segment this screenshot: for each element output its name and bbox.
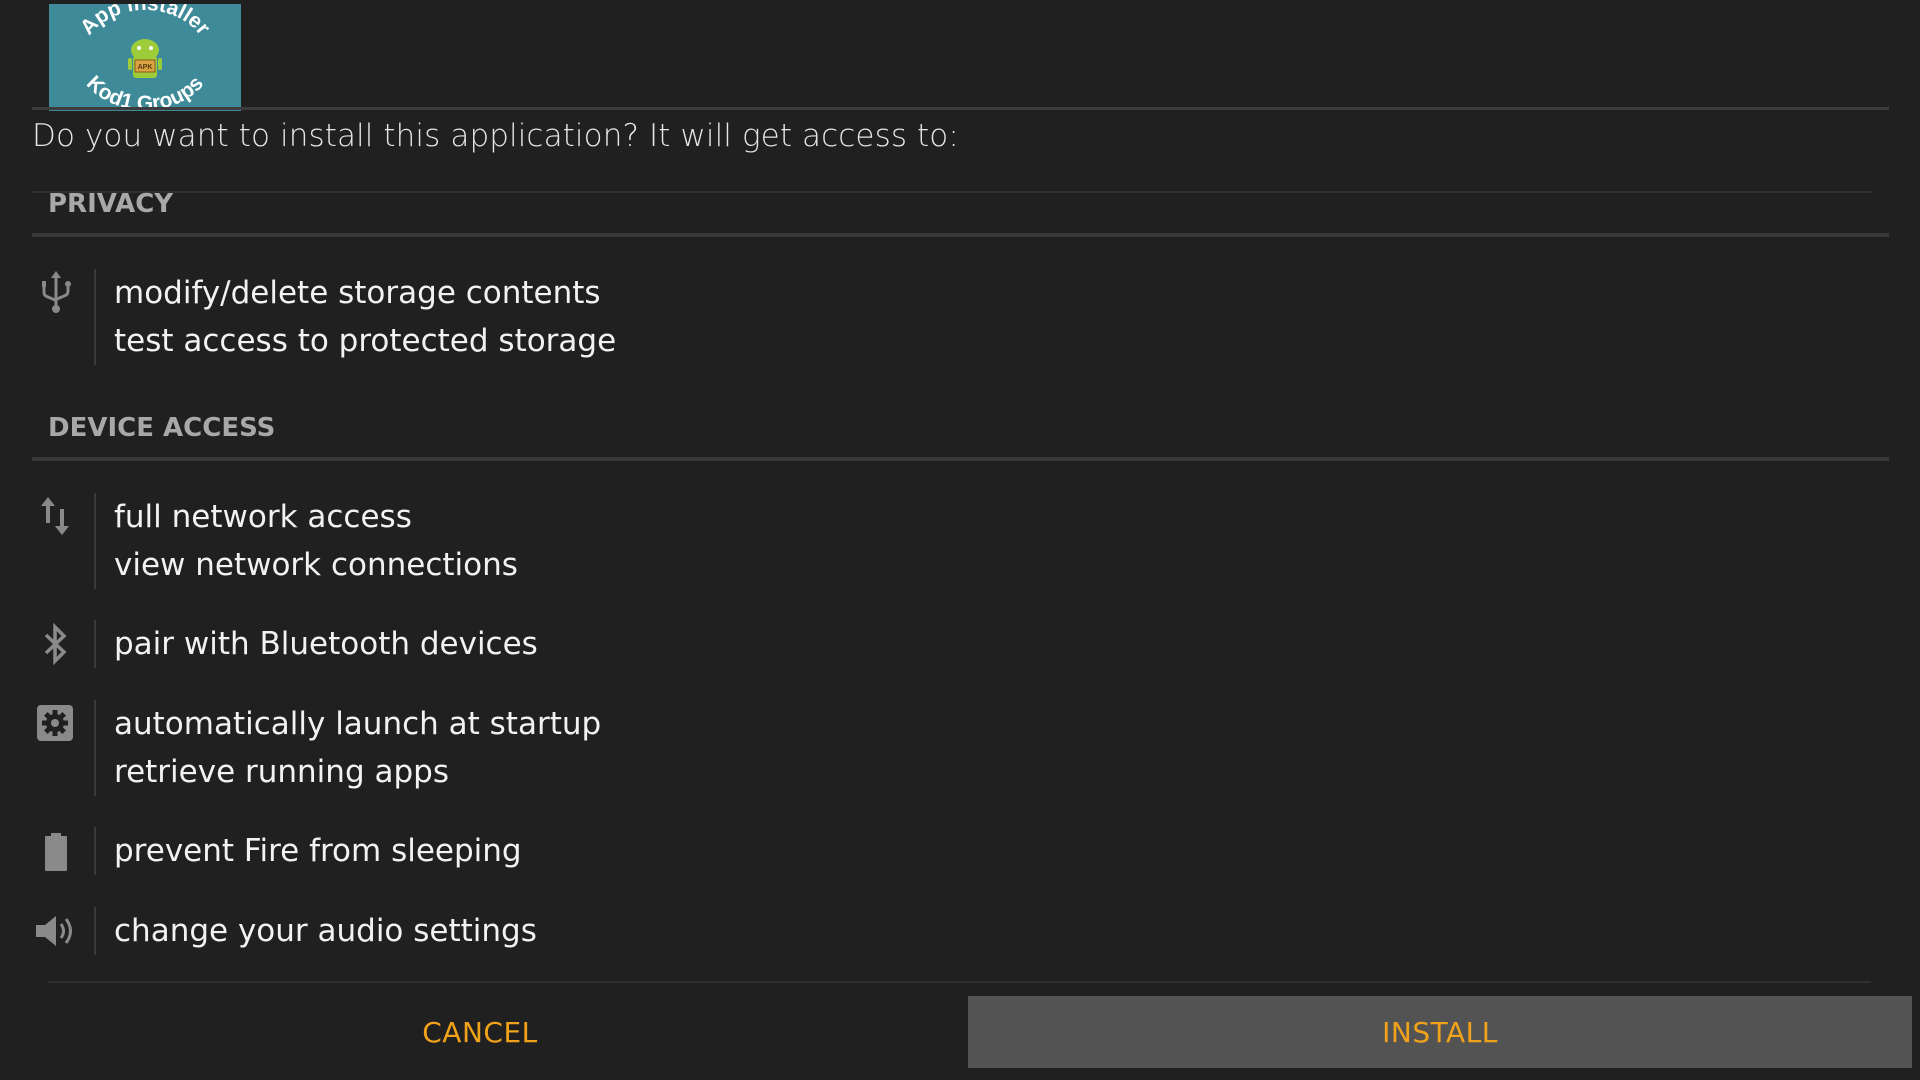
permission-item: view network connections [114, 547, 518, 583]
speaker-icon [32, 907, 80, 955]
svg-text:App installer: App installer [76, 4, 215, 39]
icon-divider [94, 907, 96, 955]
svg-text:APK: APK [138, 64, 153, 71]
permission-item: modify/delete storage contents [114, 275, 601, 311]
battery-icon [32, 827, 80, 875]
cancel-button[interactable]: CANCEL [0, 996, 960, 1068]
header-divider [32, 107, 1889, 110]
install-permissions-screen: App installer Kod1 Groups APK Do you wan… [0, 0, 1920, 1080]
usb-icon [32, 269, 80, 317]
section-divider [32, 457, 1889, 461]
permission-item: automatically launch at startup [114, 706, 602, 742]
permission-item: pair with Bluetooth devices [114, 626, 538, 662]
network-arrows-icon [32, 493, 80, 541]
permission-item: retrieve running apps [114, 754, 449, 790]
icon-divider [94, 827, 96, 875]
section-divider [32, 233, 1889, 237]
icon-divider [94, 493, 96, 589]
permission-item: full network access [114, 499, 412, 535]
icon-divider [94, 269, 96, 365]
section-label-privacy: PRIVACY [48, 189, 174, 219]
section-top-divider [32, 191, 1873, 193]
section-label-device-access: DEVICE ACCESS [48, 413, 276, 443]
app-logo: App installer Kod1 Groups APK [49, 4, 241, 111]
permission-item: prevent Fire from sleeping [114, 833, 522, 869]
bluetooth-icon [32, 620, 80, 668]
settings-gear-icon [32, 700, 80, 748]
footer-divider [48, 981, 1871, 983]
install-prompt: Do you want to install this application?… [32, 118, 959, 154]
icon-divider [94, 620, 96, 668]
permission-item: test access to protected storage [114, 323, 617, 359]
icon-divider [94, 700, 96, 796]
install-button[interactable]: INSTALL [968, 996, 1912, 1068]
permission-item: change your audio settings [114, 913, 537, 949]
app-installer-logo-icon: App installer Kod1 Groups APK [76, 4, 215, 111]
